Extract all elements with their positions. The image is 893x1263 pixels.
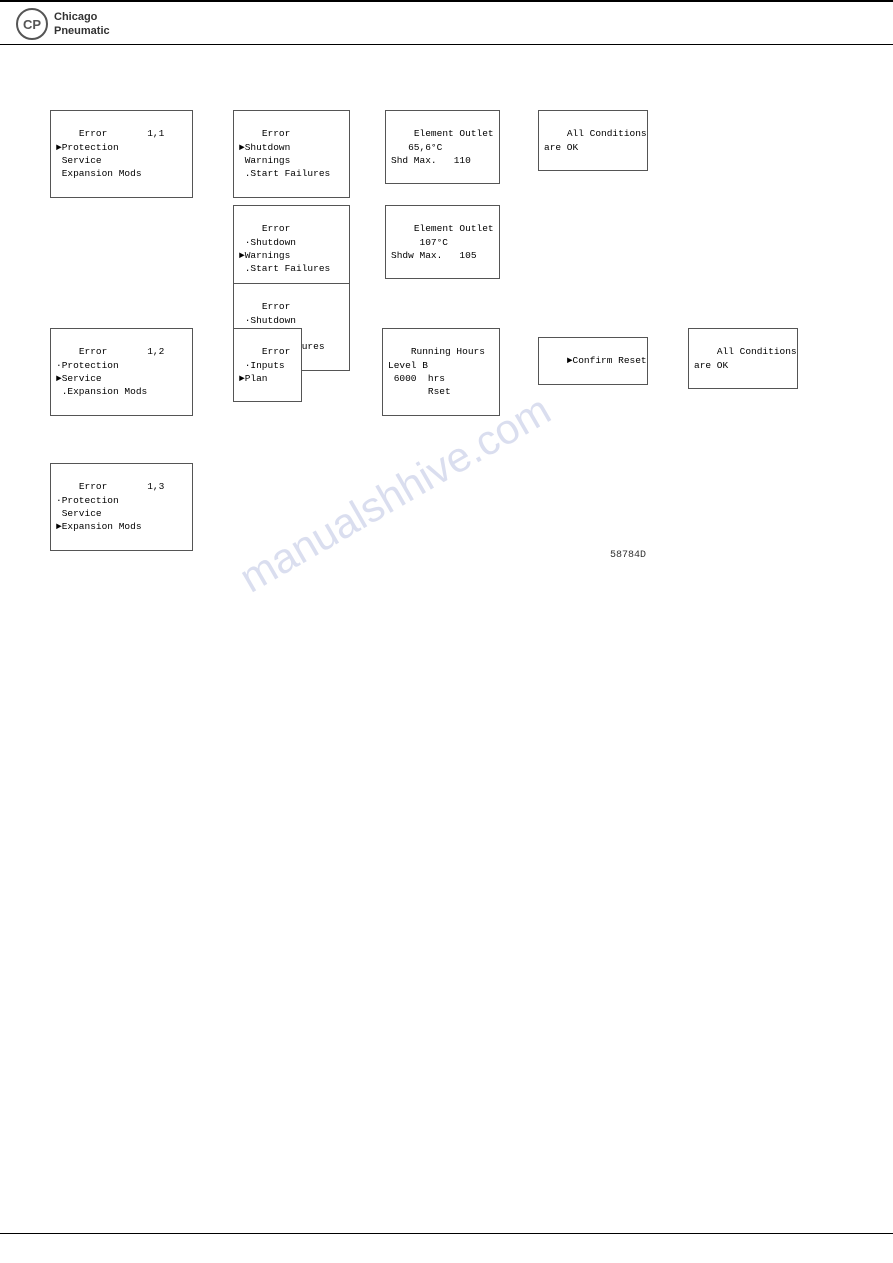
box-error-1-3: Error 1,3 ·Protection Service ►Expansion…	[50, 463, 193, 551]
box-error-1-1: Error 1,1 ►Protection Service Expansion …	[50, 110, 193, 198]
box-error-shutdown-1: Error ►Shutdown Warnings .Start Failures	[233, 110, 350, 198]
box-running-hours: Running Hours Level B 6000 hrs Rset	[382, 328, 500, 416]
logo-text: Chicago Pneumatic	[54, 10, 110, 39]
figure-label: 58784D	[610, 550, 646, 561]
watermark: manualshhive.com	[231, 386, 558, 603]
box-confirm-reset: ►Confirm Reset	[538, 337, 648, 385]
logo-icon: CP	[16, 8, 48, 40]
box-all-conditions-2: All Conditions are OK	[688, 328, 798, 389]
box-element-outlet-2: Element Outlet 107°C Shdw Max. 105	[385, 205, 500, 279]
box-error-inputs: Error ·Inputs ►Plan	[233, 328, 302, 402]
box-element-outlet-1: Element Outlet 65,6°C Shd Max. 110	[385, 110, 500, 184]
top-border	[0, 0, 893, 2]
box-error-1-2: Error 1,2 ·Protection ►Service .Expansio…	[50, 328, 193, 416]
box-error-shutdown-2: Error ·Shutdown ►Warnings .Start Failure…	[233, 205, 350, 293]
page-footer	[0, 1233, 893, 1253]
box-all-conditions-1: All Conditions are OK	[538, 110, 648, 171]
page-header: CP Chicago Pneumatic	[0, 0, 893, 45]
